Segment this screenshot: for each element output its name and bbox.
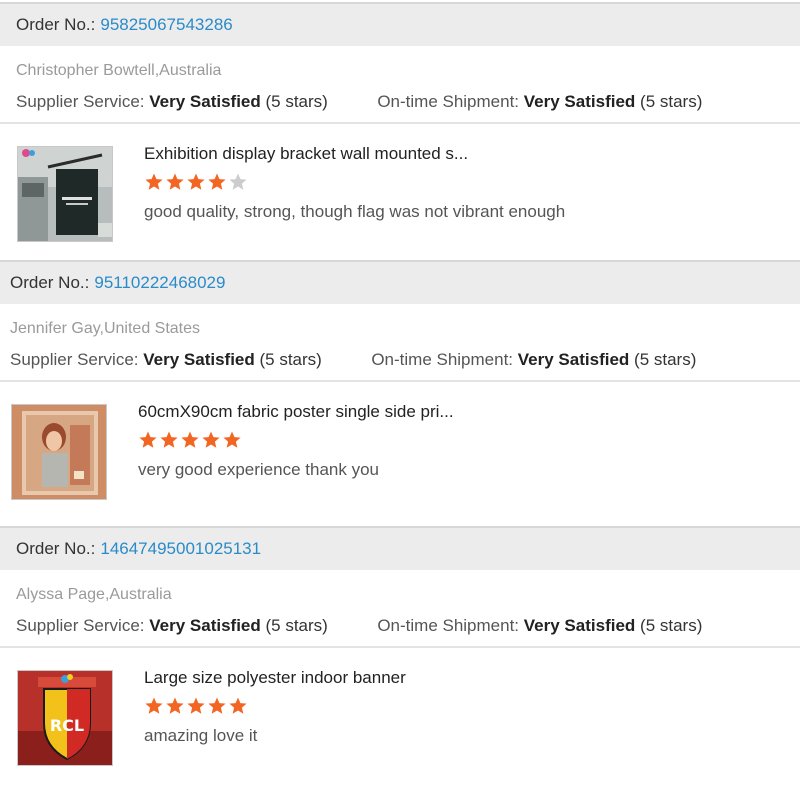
fabric-poster-photo-icon bbox=[12, 405, 106, 499]
review-comment: amazing love it bbox=[144, 726, 258, 745]
review-comment: very good experience thank you bbox=[138, 460, 379, 479]
ontime-shipment-stars: (5 stars) bbox=[634, 350, 697, 369]
order-number-link[interactable]: 95110222468029 bbox=[94, 273, 225, 293]
ontime-shipment-stars: (5 stars) bbox=[640, 616, 703, 635]
buyer-info: Jennifer Gay,United States Supplier Serv… bbox=[0, 304, 800, 382]
star-filled-icon bbox=[186, 172, 206, 192]
star-filled-icon bbox=[165, 696, 185, 716]
ratings-line: Supplier Service: Very Satisfied (5 star… bbox=[16, 616, 702, 636]
product-title-link[interactable]: Exhibition display bracket wall mounted … bbox=[144, 144, 468, 164]
star-filled-icon bbox=[165, 172, 185, 192]
ontime-shipment-label: On-time Shipment: bbox=[377, 92, 520, 111]
buyer-info: Alyssa Page,Australia Supplier Service: … bbox=[0, 570, 800, 648]
ratings-line: Supplier Service: Very Satisfied (5 star… bbox=[10, 350, 696, 370]
product-title-link[interactable]: 60cmX90cm fabric poster single side pri.… bbox=[138, 402, 454, 422]
ontime-shipment-label: On-time Shipment: bbox=[377, 616, 520, 635]
buyer-name: Jennifer Gay,United States bbox=[10, 320, 201, 337]
buyer-name: Alyssa Page,Australia bbox=[16, 586, 172, 603]
review-card: Order No.: 95110222468029 Jennifer Gay,U… bbox=[0, 260, 800, 518]
supplier-service-rating: Very Satisfied bbox=[143, 350, 255, 369]
supplier-service-stars: (5 stars) bbox=[265, 616, 328, 635]
star-filled-icon bbox=[186, 696, 206, 716]
order-bar: Order No.: 14647495001025131 bbox=[0, 526, 800, 570]
star-filled-icon bbox=[201, 430, 221, 450]
order-label: Order No.: bbox=[10, 273, 90, 292]
order-bar: Order No.: 95825067543286 bbox=[0, 2, 800, 46]
star-rating bbox=[144, 696, 248, 716]
supplier-service-stars: (5 stars) bbox=[259, 350, 322, 369]
product-thumbnail[interactable] bbox=[17, 146, 113, 242]
product-thumbnail[interactable] bbox=[11, 404, 107, 500]
star-filled-icon bbox=[144, 696, 164, 716]
supplier-service-label: Supplier Service: bbox=[10, 350, 139, 369]
star-filled-icon bbox=[138, 430, 158, 450]
ontime-shipment-rating: Very Satisfied bbox=[523, 92, 636, 111]
star-filled-icon bbox=[159, 430, 179, 450]
star-filled-icon bbox=[144, 172, 164, 192]
ratings-line: Supplier Service: Very Satisfied (5 star… bbox=[16, 92, 702, 112]
ontime-shipment-rating: Very Satisfied bbox=[517, 350, 630, 369]
review-feed: Order No.: 95825067543286 Christopher Bo… bbox=[0, 0, 800, 800]
product-thumbnail[interactable]: RCL bbox=[17, 670, 113, 766]
order-label: Order No.: bbox=[16, 539, 96, 558]
supplier-service-rating: Very Satisfied bbox=[149, 92, 261, 111]
star-filled-icon bbox=[180, 430, 200, 450]
rcl-banner-photo-icon: RCL bbox=[18, 671, 112, 765]
order-number-link[interactable]: 95825067543286 bbox=[100, 15, 232, 35]
product-review: Exhibition display bracket wall mounted … bbox=[0, 124, 800, 260]
star-filled-icon bbox=[222, 430, 242, 450]
star-rating bbox=[138, 430, 242, 450]
wall-banner-photo-icon bbox=[18, 147, 112, 241]
review-comment: good quality, strong, though flag was no… bbox=[144, 202, 566, 221]
star-filled-icon bbox=[228, 696, 248, 716]
supplier-service-label: Supplier Service: bbox=[16, 92, 145, 111]
order-bar: Order No.: 95110222468029 bbox=[0, 260, 800, 304]
product-review: 60cmX90cm fabric poster single side pri.… bbox=[0, 382, 800, 518]
supplier-service-label: Supplier Service: bbox=[16, 616, 145, 635]
buyer-info: Christopher Bowtell,Australia Supplier S… bbox=[0, 46, 800, 124]
star-rating bbox=[144, 172, 248, 192]
order-number-link[interactable]: 14647495001025131 bbox=[100, 539, 261, 559]
ontime-shipment-label: On-time Shipment: bbox=[371, 350, 514, 369]
buyer-name: Christopher Bowtell,Australia bbox=[16, 62, 222, 79]
banner-lettering: RCL bbox=[50, 716, 84, 735]
review-card: Order No.: 14647495001025131 Alyssa Page… bbox=[0, 526, 800, 784]
product-title-link[interactable]: Large size polyester indoor banner bbox=[144, 668, 406, 688]
star-filled-icon bbox=[207, 696, 227, 716]
supplier-service-stars: (5 stars) bbox=[265, 92, 328, 111]
review-card: Order No.: 95825067543286 Christopher Bo… bbox=[0, 2, 800, 260]
star-filled-icon bbox=[207, 172, 227, 192]
product-review: RCL Large size polyester indoor banner a… bbox=[0, 648, 800, 784]
order-label: Order No.: bbox=[16, 15, 96, 34]
ontime-shipment-rating: Very Satisfied bbox=[523, 616, 636, 635]
star-empty-icon bbox=[228, 172, 248, 192]
supplier-service-rating: Very Satisfied bbox=[149, 616, 261, 635]
ontime-shipment-stars: (5 stars) bbox=[640, 92, 703, 111]
